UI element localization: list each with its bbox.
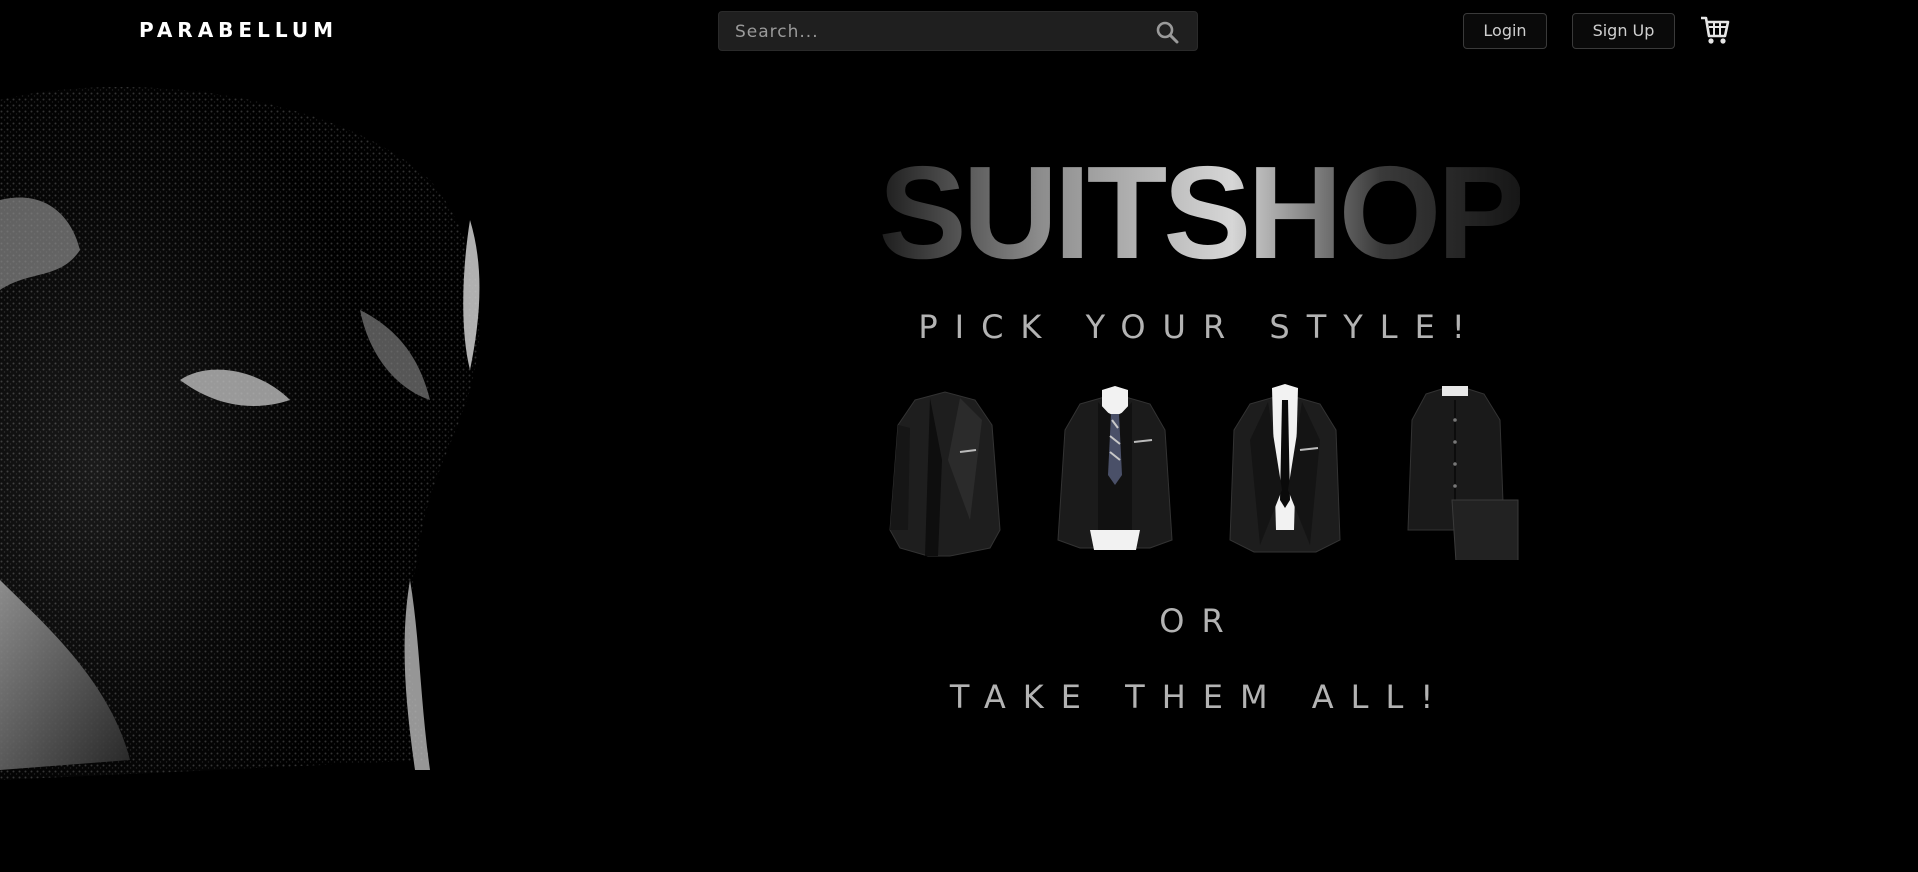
suit-options	[880, 380, 1520, 560]
tuxedo-icon[interactable]	[1220, 380, 1350, 560]
or-divider: OR	[1159, 602, 1241, 640]
tagline: PICK YOUR STYLE!	[918, 308, 1482, 346]
search-icon[interactable]	[1155, 20, 1179, 44]
hero-portrait-image	[0, 80, 580, 780]
search-bar	[718, 11, 1198, 52]
take-them-all-link[interactable]: TAKE THEM ALL!	[880, 678, 1520, 716]
page-title: SUITSHOP	[880, 140, 1520, 280]
mandarin-collar-suit-icon[interactable]	[1390, 380, 1520, 560]
three-piece-suit-icon[interactable]	[1050, 380, 1180, 560]
blazer-icon[interactable]	[880, 380, 1010, 560]
title-text: SUITSHOP	[880, 140, 1520, 280]
sign-up-button[interactable]: Sign Up	[1572, 13, 1675, 49]
brand-logo[interactable]: PARABELLUM	[139, 18, 338, 42]
shopping-cart-icon[interactable]	[1700, 14, 1730, 46]
login-button[interactable]: Login	[1463, 13, 1547, 49]
search-input[interactable]	[733, 12, 1137, 52]
